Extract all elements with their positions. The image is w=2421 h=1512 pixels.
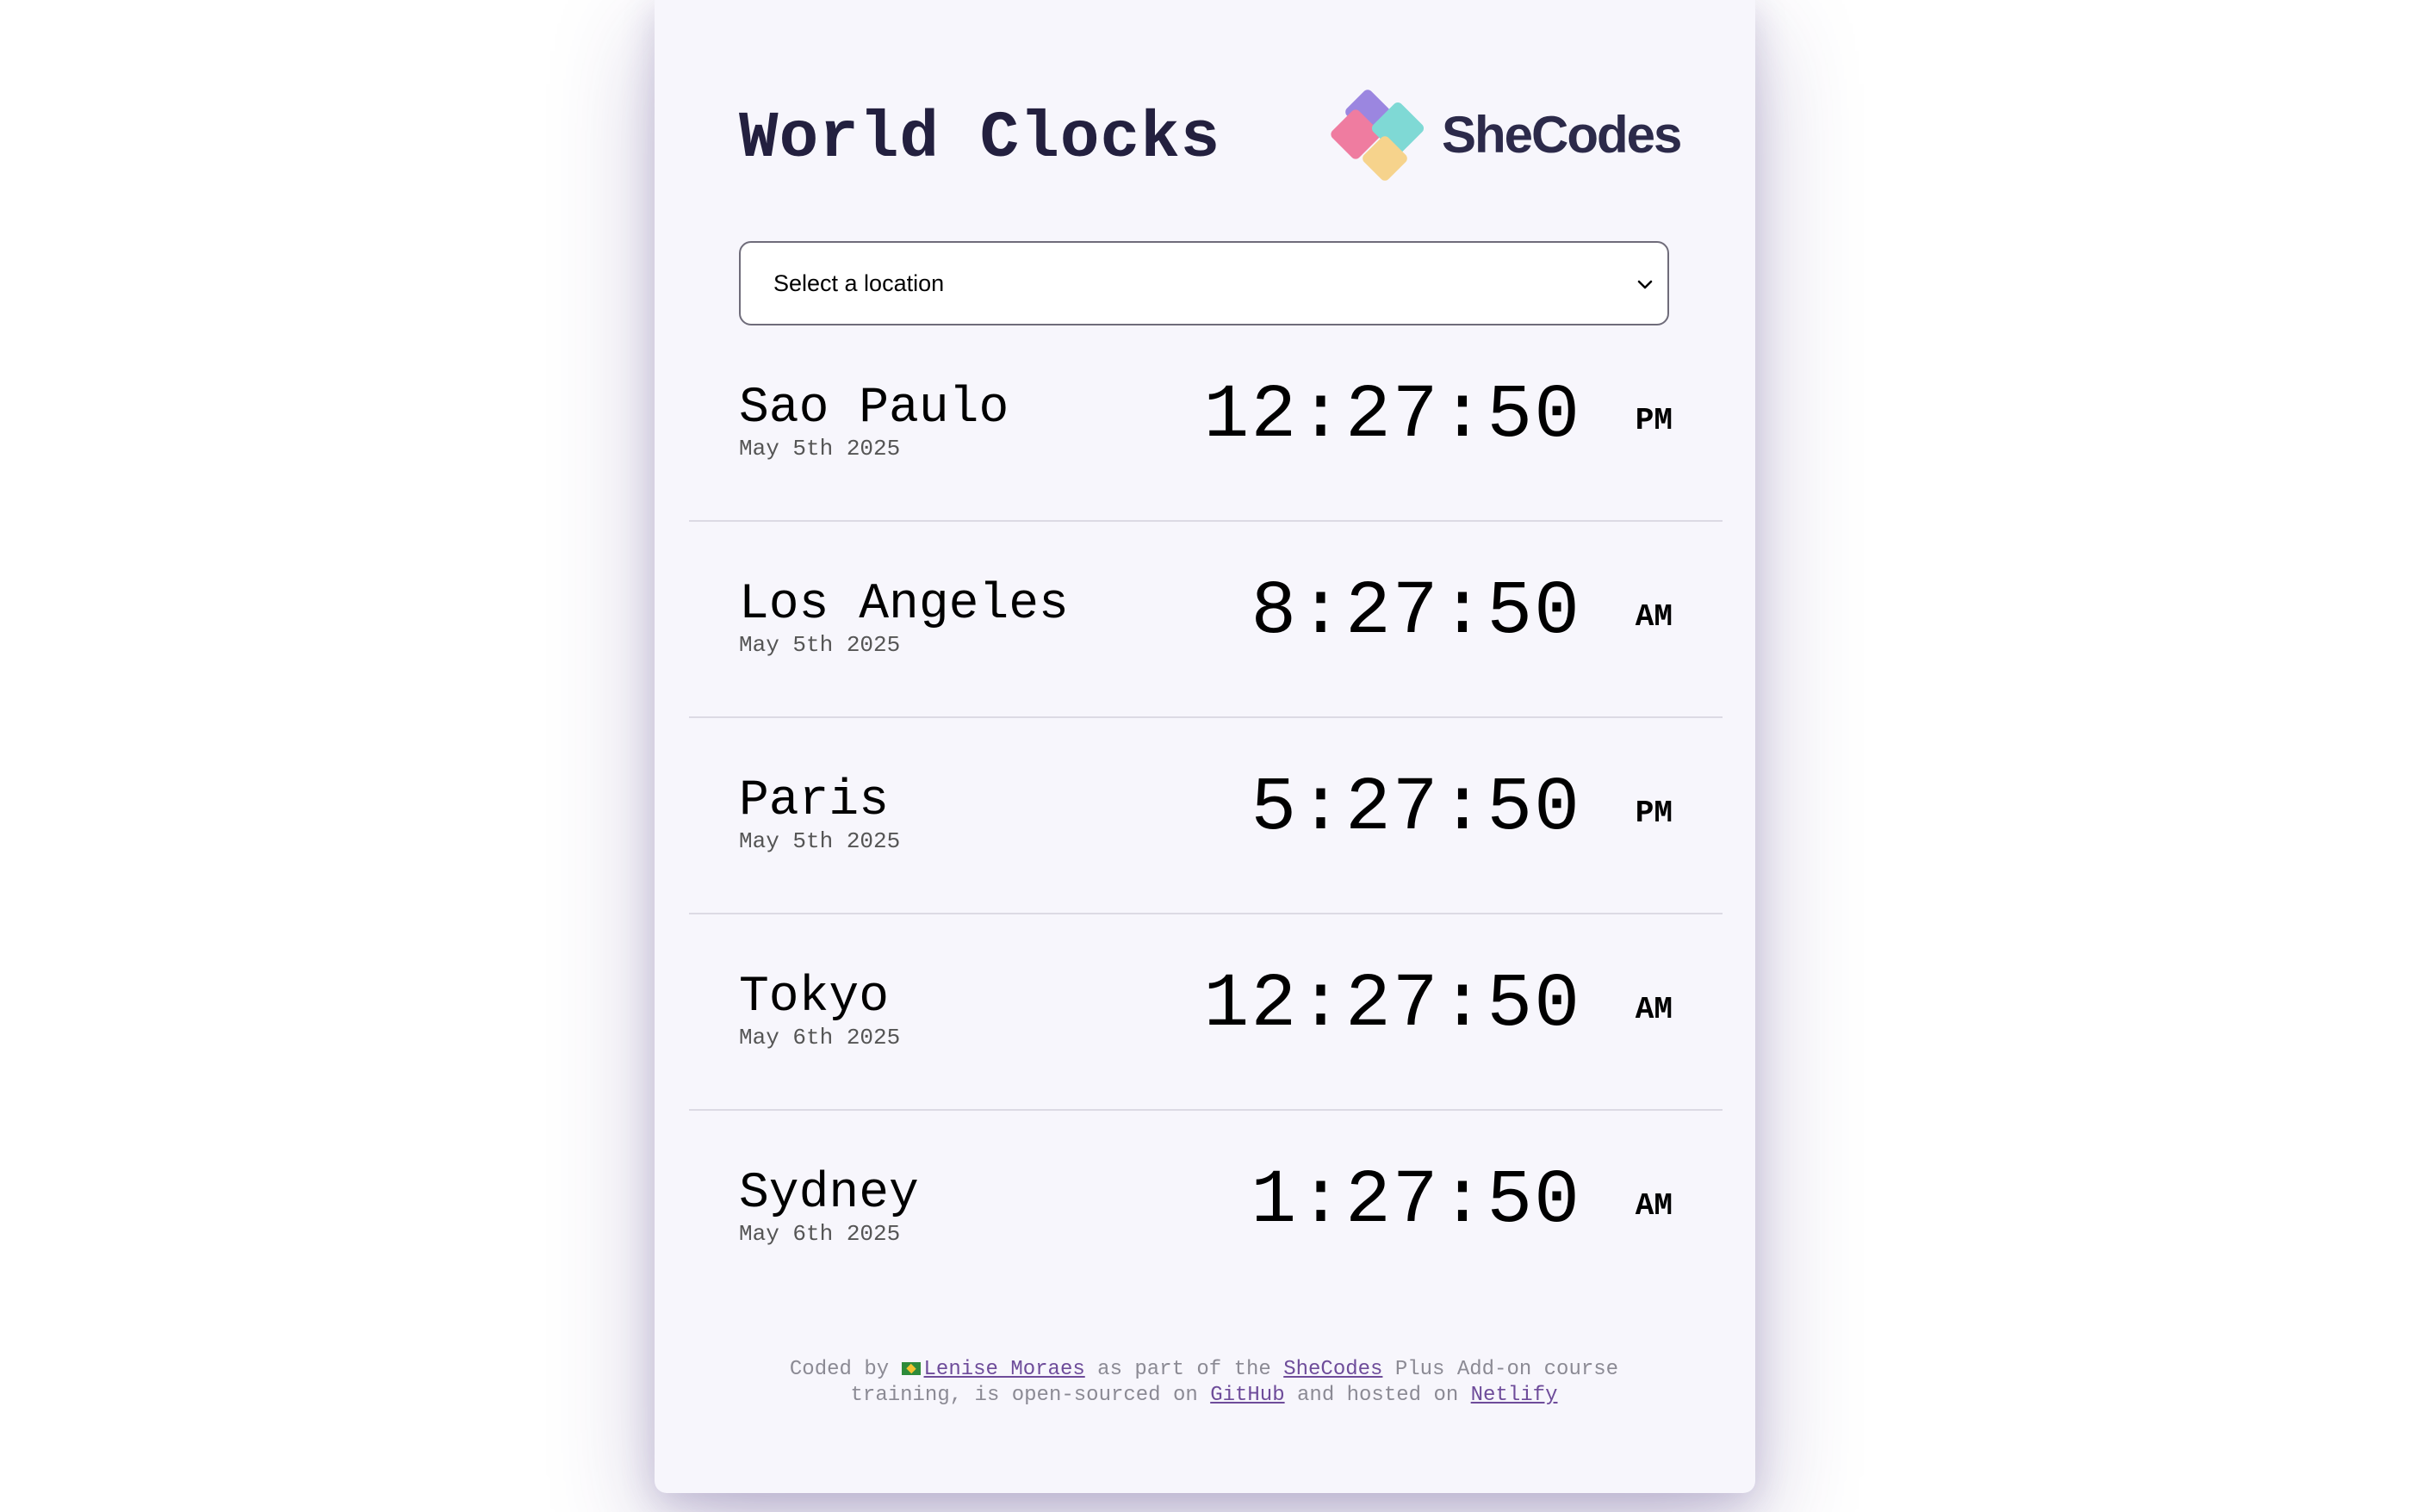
city-list: Sao Paulo May 5th 2025 12:27:50 PM Los A…	[689, 325, 1723, 1307]
city-name: Sydney	[739, 1166, 919, 1222]
city-name: Tokyo	[739, 970, 890, 1026]
city-row-paris: Paris May 5th 2025 5:27:50 PM	[689, 718, 1723, 914]
shecodes-link[interactable]: SheCodes	[1283, 1358, 1382, 1381]
city-row-sao-paulo: Sao Paulo May 5th 2025 12:27:50 PM	[689, 325, 1723, 522]
footer-text: and hosted on	[1284, 1384, 1471, 1407]
footer-text: as part of the	[1084, 1358, 1284, 1381]
city-date: May 5th 2025	[739, 632, 901, 658]
city-ampm: PM	[1635, 403, 1673, 438]
city-date: May 5th 2025	[739, 436, 901, 462]
city-time: 5:27:50	[1251, 766, 1581, 852]
city-ampm: AM	[1635, 599, 1673, 635]
city-ampm: AM	[1635, 992, 1673, 1027]
author-link-label: Lenise Moraes	[923, 1358, 1085, 1381]
city-row-tokyo: Tokyo May 6th 2025 12:27:50 AM	[689, 914, 1723, 1111]
shecodes-logo-icon	[1331, 90, 1425, 181]
city-name: Los Angeles	[739, 577, 1069, 633]
page-title: World Clocks	[739, 102, 1221, 176]
location-select[interactable]: Select a location	[739, 241, 1669, 325]
city-date: May 6th 2025	[739, 1221, 901, 1247]
city-name: Paris	[739, 773, 890, 829]
github-link[interactable]: GitHub	[1210, 1384, 1284, 1407]
city-ampm: AM	[1635, 1188, 1673, 1224]
footer: Coded by Lenise Moraes as part of the Sh…	[739, 1357, 1669, 1409]
city-name: Sao Paulo	[739, 381, 1009, 437]
shecodes-logo[interactable]: SheCodes	[1330, 86, 1682, 183]
footer-text: Coded by	[789, 1358, 902, 1381]
city-ampm: PM	[1635, 796, 1673, 831]
city-time: 1:27:50	[1251, 1159, 1581, 1244]
app-card: World Clocks SheCodes Select a location …	[655, 0, 1755, 1493]
netlify-link[interactable]: Netlify	[1471, 1384, 1558, 1407]
author-link[interactable]: Lenise Moraes	[901, 1358, 1085, 1381]
city-time: 8:27:50	[1251, 570, 1581, 655]
city-date: May 6th 2025	[739, 1025, 901, 1050]
footer-text: Plus Add-on course	[1382, 1358, 1619, 1381]
footer-text: training, is open-sourced on	[850, 1384, 1211, 1407]
city-time: 12:27:50	[1203, 374, 1581, 459]
city-row-sydney: Sydney May 6th 2025 1:27:50 AM	[689, 1111, 1723, 1307]
city-row-los-angeles: Los Angeles May 5th 2025 8:27:50 AM	[689, 522, 1723, 718]
logo-text: SheCodes	[1442, 106, 1682, 164]
city-time: 12:27:50	[1203, 963, 1581, 1048]
city-date: May 5th 2025	[739, 828, 901, 854]
chevron-down-icon	[1637, 280, 1653, 289]
brazil-flag-icon	[901, 1362, 921, 1376]
location-select-value: Select a location	[773, 270, 945, 296]
header: World Clocks SheCodes	[739, 86, 1682, 189]
